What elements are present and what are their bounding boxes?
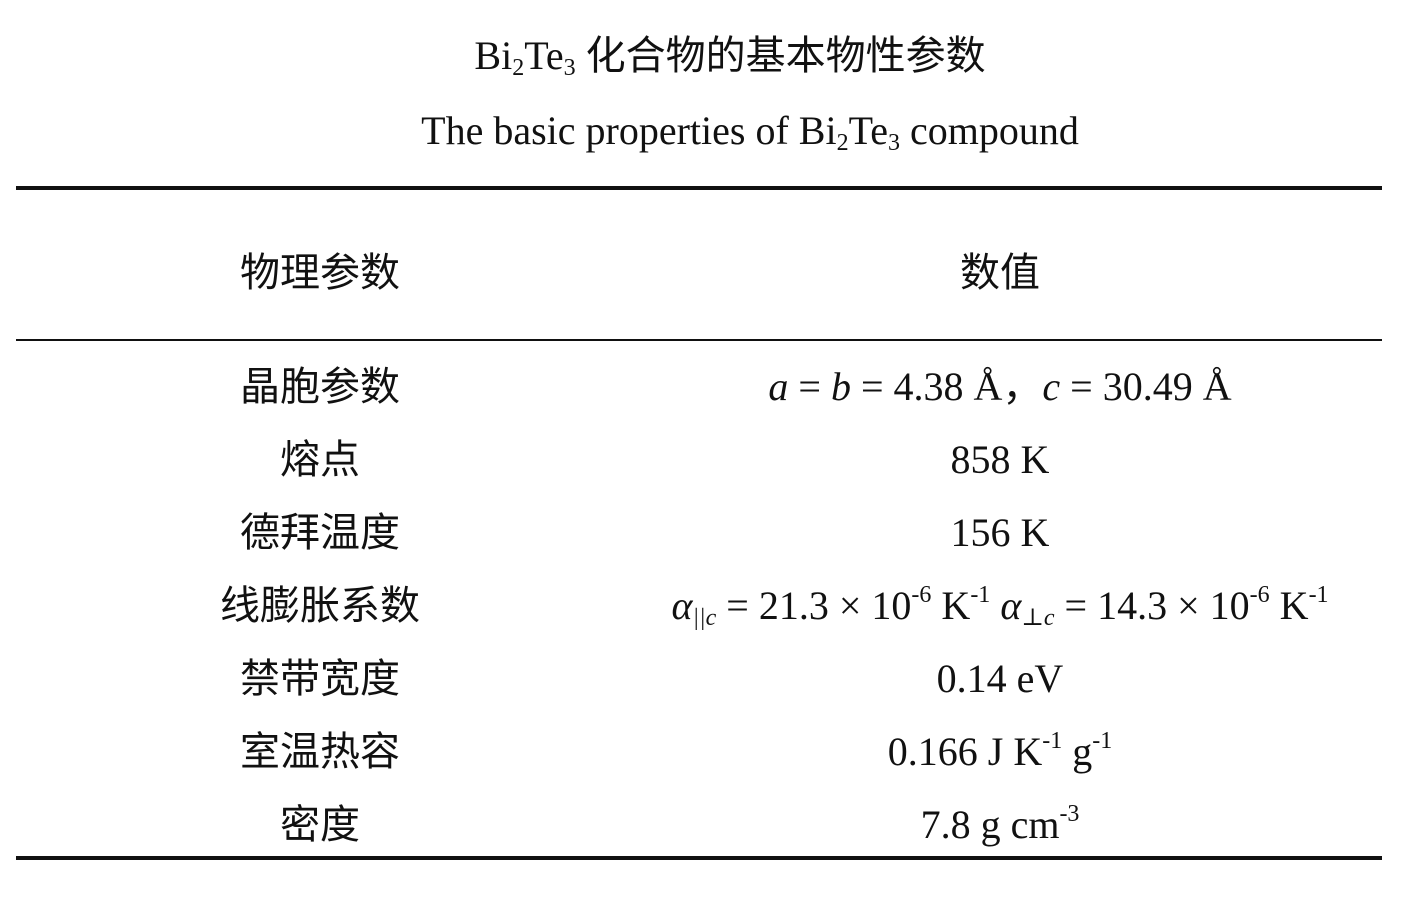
value-band-gap: 0.14 eV bbox=[936, 656, 1064, 701]
param-band-gap: 禁带宽度 bbox=[240, 656, 400, 701]
value-debye-temperature: 156 K bbox=[950, 510, 1050, 555]
table-top-rule bbox=[16, 186, 1382, 190]
param-density: 密度 bbox=[280, 802, 360, 847]
param-melting-point: 熔点 bbox=[280, 437, 360, 482]
table-header-rule bbox=[16, 339, 1382, 341]
param-lattice-parameters: 晶胞参数 bbox=[240, 364, 400, 409]
table-title-chinese: Bi2Te3 化合物的基本物性参数 bbox=[474, 33, 986, 81]
header-value: 数值 bbox=[960, 250, 1040, 295]
table-bottom-rule bbox=[16, 856, 1382, 860]
param-linear-expansion-coefficient: 线膨胀系数 bbox=[220, 583, 420, 628]
value-melting-point: 858 K bbox=[950, 437, 1050, 482]
param-heat-capacity: 室温热容 bbox=[240, 729, 400, 774]
value-density: 7.8 g cm-3 bbox=[920, 801, 1080, 847]
value-heat-capacity: 0.166 J K-1 g-1 bbox=[887, 728, 1113, 774]
table-title-english: The basic properties of Bi2Te3 compound bbox=[421, 108, 1079, 156]
value-linear-expansion-coefficient: α||c = 21.3 × 10-6 K-1 α⊥c = 14.3 × 10-6… bbox=[671, 582, 1329, 631]
header-physical-parameter: 物理参数 bbox=[240, 250, 400, 295]
value-lattice-parameters: a = b = 4.38 Å，c = 30.49 Å bbox=[768, 364, 1232, 409]
param-debye-temperature: 德拜温度 bbox=[240, 510, 400, 555]
